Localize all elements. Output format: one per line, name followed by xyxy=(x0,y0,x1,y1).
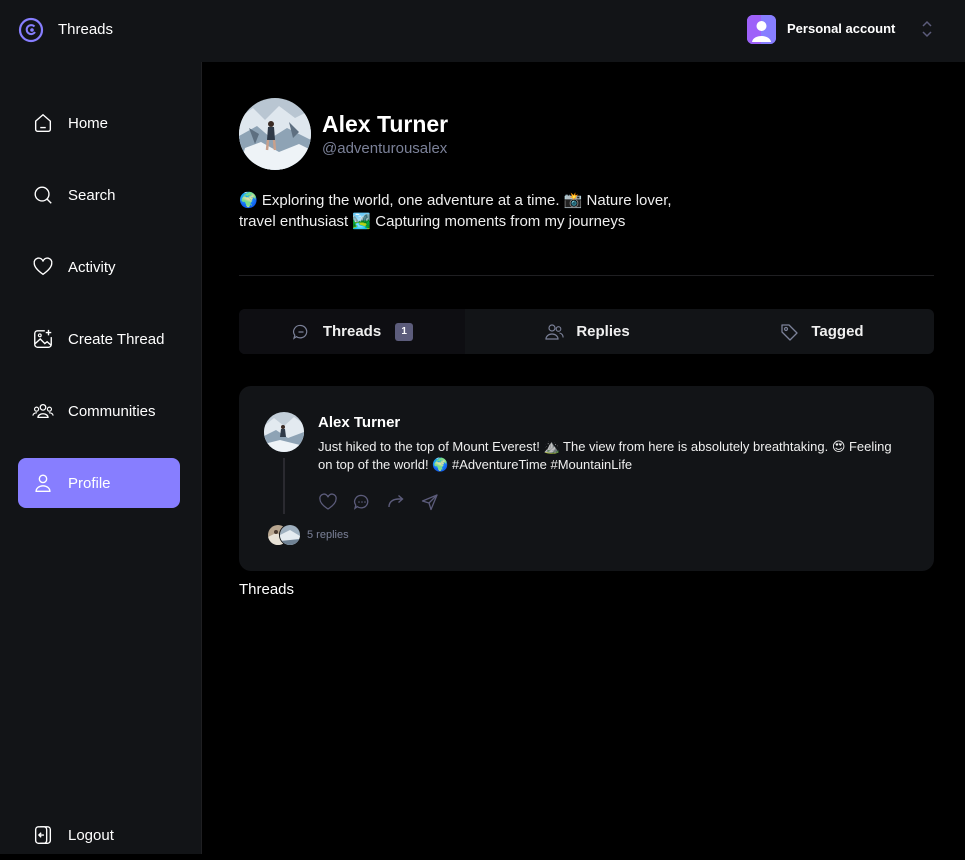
profile-tabs: Threads 1 Replies Tagged xyxy=(239,309,934,354)
profile-avatar xyxy=(239,98,311,170)
tag-icon xyxy=(781,323,799,341)
image-plus-icon xyxy=(34,329,52,348)
sidebar-item-label: Search xyxy=(68,186,116,204)
account-switcher-label[interactable]: Personal account xyxy=(787,21,895,36)
topbar: Threads Personal account xyxy=(0,0,965,62)
users-icon xyxy=(545,323,564,340)
sidebar-item-create-thread[interactable]: Create Thread xyxy=(18,314,180,364)
sidebar-item-communities[interactable]: Communities xyxy=(18,386,180,436)
heart-icon xyxy=(33,257,53,276)
thread-text: Just hiked to the top of Mount Everest! … xyxy=(318,439,892,472)
app-title: Threads xyxy=(58,21,114,38)
profile-name: Alex Turner xyxy=(322,111,449,137)
profile-handle: @adventurousalex xyxy=(322,140,448,157)
repost-icon[interactable] xyxy=(386,492,406,512)
sidebar-item-profile[interactable]: Profile xyxy=(18,458,180,508)
tab-tagged[interactable]: Tagged xyxy=(709,309,934,354)
reply-icon[interactable] xyxy=(352,492,372,512)
sidebar-item-label: Activity xyxy=(68,258,116,276)
thread-card[interactable]: Alex Turner Just hiked to the top of Mou… xyxy=(239,386,934,571)
thread-actions xyxy=(318,492,440,512)
chevron-up-down-icon[interactable] xyxy=(921,19,933,39)
search-icon xyxy=(34,186,52,204)
tab-threads[interactable]: Threads 1 xyxy=(239,309,465,354)
tab-label: Tagged xyxy=(811,323,864,340)
account-avatar[interactable] xyxy=(747,15,776,44)
left-sidebar: Home Search Activity Create Thread Commu… xyxy=(0,62,202,854)
sidebar-item-label: Create Thread xyxy=(68,330,165,348)
tab-label: Replies xyxy=(576,323,630,340)
profile-divider xyxy=(239,275,934,276)
reply-avatar xyxy=(279,524,301,546)
author-avatar[interactable] xyxy=(264,412,304,452)
tab-count-badge: 1 xyxy=(395,322,414,341)
thread-connector-line xyxy=(283,458,285,514)
logout-label: Logout xyxy=(68,826,114,844)
heart-icon[interactable] xyxy=(318,492,338,512)
sidebar-item-search[interactable]: Search xyxy=(18,170,180,220)
profile-bio: 🌍 Exploring the world, one adventure at … xyxy=(239,192,672,230)
sidebar-item-home[interactable]: Home xyxy=(18,98,180,148)
sidebar-item-label: Communities xyxy=(68,402,156,420)
share-icon[interactable] xyxy=(420,492,440,512)
user-icon xyxy=(35,474,51,492)
home-icon xyxy=(34,113,52,132)
sidebar-item-label: Home xyxy=(68,114,109,132)
users-icon xyxy=(32,403,54,419)
sidebar-item-activity[interactable]: Activity xyxy=(18,242,180,292)
threads-section-label: Threads xyxy=(239,581,295,598)
tab-replies[interactable]: Replies xyxy=(465,309,709,354)
threads-logo-icon[interactable] xyxy=(18,17,44,43)
tab-label: Threads xyxy=(322,323,382,340)
logout-button[interactable]: Logout xyxy=(18,810,180,860)
thread-author[interactable]: Alex Turner xyxy=(318,414,400,431)
sidebar-item-label: Profile xyxy=(68,474,111,492)
reply-avatars xyxy=(267,524,301,546)
replies-count-link[interactable]: 5 replies xyxy=(307,529,349,541)
chat-bubble-icon xyxy=(292,324,308,340)
logout-icon xyxy=(34,826,52,844)
